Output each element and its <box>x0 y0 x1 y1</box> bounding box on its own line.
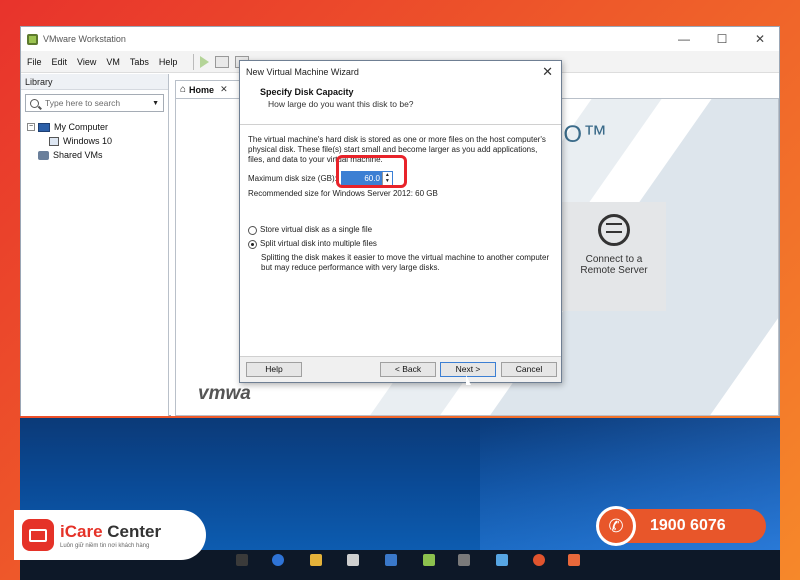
radio-multiple-dot[interactable] <box>248 239 257 249</box>
taskbar-app-icon[interactable] <box>423 554 435 566</box>
remote-label-line2: Remote Server <box>580 265 648 276</box>
window-controls: — ☐ ✕ <box>665 32 779 46</box>
taskbar-app-icon[interactable] <box>272 554 284 566</box>
back-button[interactable]: < Back <box>380 362 436 377</box>
mouse-cursor-icon <box>466 375 471 385</box>
tree-item-windows10[interactable]: Windows 10 <box>27 134 162 148</box>
vm-icon <box>49 136 59 146</box>
cancel-button[interactable]: Cancel <box>501 362 557 377</box>
dialog-heading: Specify Disk Capacity <box>260 87 354 97</box>
recommended-size: Recommended size for Windows Server 2012… <box>248 189 438 198</box>
tab-home[interactable]: ⌂ Home ✕ <box>175 80 241 98</box>
library-search[interactable]: Type here to search ▼ <box>25 94 164 112</box>
menu-vm[interactable]: VM <box>106 57 120 67</box>
taskbar-app-icon[interactable] <box>347 554 359 566</box>
arrow-left-icon <box>606 231 622 233</box>
close-icon[interactable]: ✕ <box>542 64 553 80</box>
shared-vms-icon <box>38 150 49 160</box>
radio-single-dot[interactable] <box>248 225 257 235</box>
vmware-brand-mark: vmwa <box>198 383 251 404</box>
menu-edit[interactable]: Edit <box>52 57 68 67</box>
chevron-down-icon[interactable]: ▼ <box>152 100 159 107</box>
maximize-button[interactable]: ☐ <box>703 32 741 46</box>
phone-icon: ✆ <box>596 506 636 546</box>
hotline-number: 1900 6076 <box>650 517 726 534</box>
new-vm-wizard-dialog: New Virtual Machine Wizard ✕ Specify Dis… <box>239 60 562 383</box>
brand-tagline: Luôn giữ niềm tin nơi khách hàng <box>60 542 150 549</box>
power-on-icon[interactable] <box>200 55 210 68</box>
taskbar-app-icon[interactable] <box>458 554 470 566</box>
tree-item-my-computer[interactable]: − My Computer <box>27 120 162 134</box>
computer-icon <box>38 122 50 132</box>
dialog-footer: Help < Back Next > Cancel <box>240 356 561 382</box>
brand-name: iCare Center <box>60 521 162 541</box>
menu-tabs[interactable]: Tabs <box>130 57 149 67</box>
library-tree: − My Computer Windows 10 Shared VMs <box>21 116 168 166</box>
home-icon: ⌂ <box>180 84 187 95</box>
vmware-logo-icon <box>27 33 38 45</box>
remote-label-line1: Connect to a <box>585 254 643 265</box>
title-bar: VMware Workstation — ☐ ✕ <box>21 27 779 51</box>
tree-item-shared-vms[interactable]: Shared VMs <box>27 148 162 162</box>
brand-badge: iCare Center Luôn giữ niềm tin nơi khách… <box>14 510 206 560</box>
dialog-title: New Virtual Machine Wizard <box>246 67 359 77</box>
taskbar-app-icon[interactable] <box>385 554 397 566</box>
arrow-right-icon <box>606 223 622 225</box>
help-button[interactable]: Help <box>246 362 302 377</box>
taskbar-app-icon[interactable] <box>236 554 248 566</box>
snapshot-icon[interactable] <box>215 55 230 68</box>
minimize-button[interactable]: — <box>665 32 703 46</box>
dialog-subheading: How large do you want this disk to be? <box>268 99 414 109</box>
dialog-header: Specify Disk Capacity How large do you w… <box>240 83 561 125</box>
monitor-icon <box>29 528 47 542</box>
radio-single-file[interactable]: Store virtual disk as a single file <box>248 223 553 237</box>
highlight-annotation <box>336 155 407 188</box>
tree-label: Windows 10 <box>63 136 113 146</box>
search-placeholder: Type here to search <box>45 98 121 108</box>
collapse-icon[interactable]: − <box>27 123 35 131</box>
radio-single-label: Store virtual disk as a single file <box>260 225 373 234</box>
window-title: VMware Workstation <box>43 34 126 44</box>
close-window-button[interactable]: ✕ <box>741 32 779 46</box>
hotline-badge[interactable]: ✆ 1900 6076 <box>596 506 766 546</box>
disk-size-label: Maximum disk size (GB): <box>248 174 337 183</box>
menu-file[interactable]: File <box>27 57 42 67</box>
radio-multiple-files[interactable]: Split virtual disk into multiple files <box>248 237 553 251</box>
search-icon <box>30 98 39 108</box>
toolbar-separator <box>193 53 195 70</box>
dialog-body: The virtual machine's hard disk is store… <box>240 125 561 277</box>
library-header: Library <box>21 74 168 90</box>
remote-server-icon <box>598 214 630 246</box>
tab-home-label: Home <box>189 84 215 95</box>
taskbar-app-icon[interactable] <box>496 554 508 566</box>
close-tab-icon[interactable]: ✕ <box>220 84 228 95</box>
taskbar-app-icon[interactable] <box>310 554 322 566</box>
connect-remote-server-button[interactable]: Connect to a Remote Server <box>562 202 666 311</box>
radio-multiple-label: Split virtual disk into multiple files <box>260 239 377 248</box>
icare-logo-icon <box>22 519 54 551</box>
split-note: Splitting the disk makes it easier to mo… <box>261 253 550 272</box>
menu-view[interactable]: View <box>77 57 96 67</box>
dialog-title-bar: New Virtual Machine Wizard ✕ <box>240 61 561 83</box>
tree-label: Shared VMs <box>53 150 103 160</box>
library-panel: Library Type here to search ▼ − My Compu… <box>21 74 169 416</box>
taskbar-app-icon[interactable] <box>533 554 545 566</box>
menu-help[interactable]: Help <box>159 57 178 67</box>
taskbar-app-icon[interactable] <box>568 554 580 566</box>
tree-label: My Computer <box>54 122 109 132</box>
